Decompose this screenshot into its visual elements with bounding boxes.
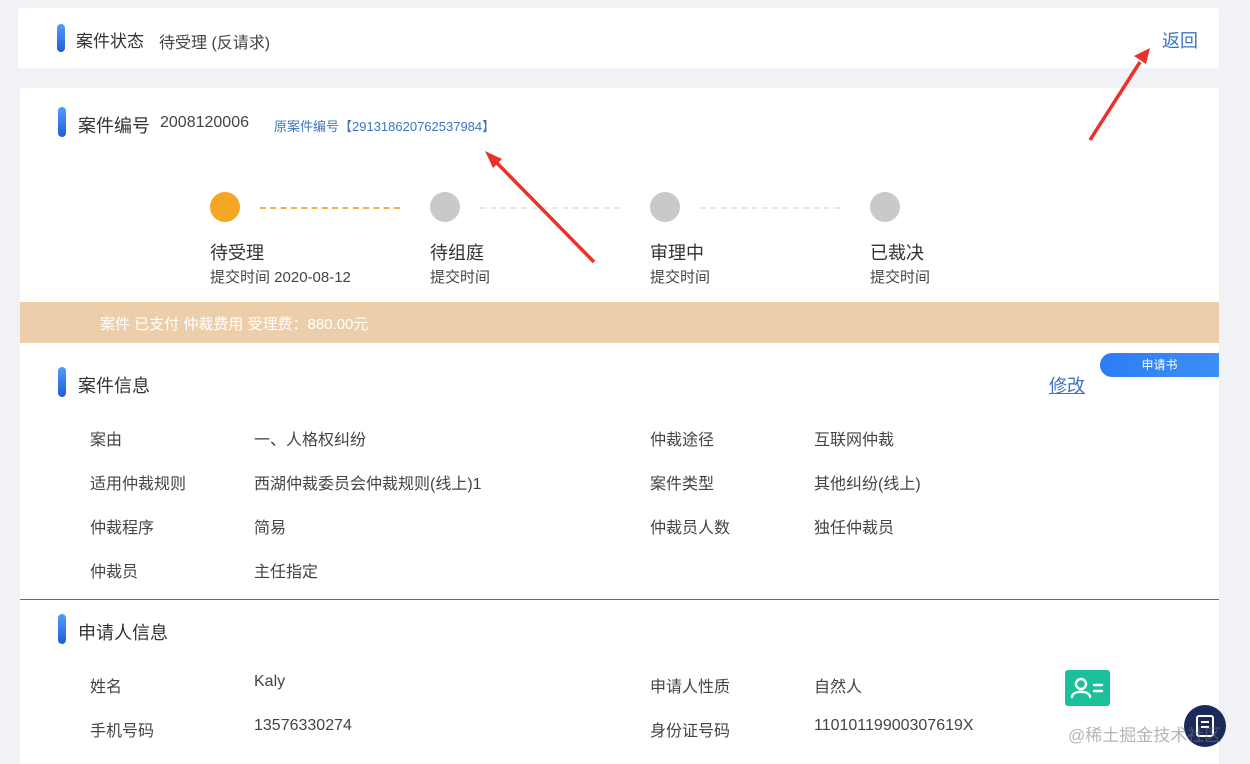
field-value: 互联网仲裁 <box>814 432 895 449</box>
step-connector <box>700 207 840 209</box>
field-label: 手机号码 <box>90 723 155 740</box>
section-marker <box>57 24 65 52</box>
application-tag-button[interactable]: 申请书 <box>1100 353 1219 377</box>
step-label: 审理中 <box>650 243 704 263</box>
field-label: 仲裁员 <box>90 564 139 581</box>
step-connector <box>480 207 620 209</box>
field-label: 身份证号码 <box>650 723 731 740</box>
watermark: @稀土掘金技术社区 <box>1068 726 1222 745</box>
step-time: 提交时间 <box>430 269 491 286</box>
field-value: 一、人格权纠纷 <box>254 432 367 449</box>
case-number-title: 案件编号 <box>78 116 150 136</box>
field-label: 仲裁途径 <box>650 432 715 449</box>
case-status-value: 待受理 (反请求) <box>159 35 271 52</box>
step-connector <box>260 207 400 209</box>
section-marker <box>58 107 66 137</box>
step-dot-tribunal <box>430 192 460 222</box>
step-time: 提交时间 <box>650 269 711 286</box>
section-marker <box>58 367 66 397</box>
edit-link[interactable]: 修改 <box>1049 372 1085 398</box>
original-case-link[interactable]: 原案件编号【291318620762537984】 <box>274 116 495 135</box>
back-link[interactable]: 返回 <box>1162 27 1198 53</box>
id-card-icon <box>1070 677 1104 699</box>
case-number-value: 2008120006 <box>160 114 249 131</box>
field-label: 申请人性质 <box>650 679 731 696</box>
section-marker <box>58 614 66 644</box>
field-value: 独任仲裁员 <box>814 520 895 537</box>
case-detail-card <box>20 88 1219 764</box>
step-label: 待组庭 <box>430 243 484 263</box>
section-divider <box>20 599 1219 600</box>
step-dot-hearing <box>650 192 680 222</box>
step-dot-pending <box>210 192 240 222</box>
field-value: 11010119900307619X <box>814 717 974 734</box>
field-label: 案件类型 <box>650 476 715 493</box>
step-time: 提交时间 2020-08-12 <box>210 269 351 286</box>
id-card-button[interactable] <box>1065 670 1110 706</box>
field-value: 其他纠纷(线上) <box>814 476 921 493</box>
case-info-title: 案件信息 <box>78 376 150 396</box>
field-label: 案由 <box>90 432 123 449</box>
payment-banner: 案件 已支付 仲裁费用 受理费：880.00元 <box>20 302 1219 343</box>
step-label: 待受理 <box>210 243 264 263</box>
page: 案件状态 待受理 (反请求) 返回 案件编号 2008120006 原案件编号【… <box>0 0 1250 764</box>
case-status-card: 案件状态 待受理 (反请求) 返回 <box>18 8 1219 68</box>
field-value: 简易 <box>254 520 287 537</box>
case-status-title: 案件状态 <box>76 32 144 51</box>
field-label: 仲裁程序 <box>90 520 155 537</box>
field-value: 西湖仲裁委员会仲裁规则(线上)1 <box>254 476 482 493</box>
field-label: 仲裁员人数 <box>650 520 731 537</box>
field-value: 主任指定 <box>254 564 319 581</box>
field-value: Kaly <box>254 673 286 690</box>
applicant-info-title: 申请人信息 <box>78 623 168 643</box>
field-value: 自然人 <box>814 679 863 696</box>
step-dot-ruled <box>870 192 900 222</box>
step-label: 已裁决 <box>870 243 924 263</box>
field-label: 适用仲裁规则 <box>90 476 187 493</box>
field-value: 13576330274 <box>254 717 352 734</box>
step-time: 提交时间 <box>870 269 931 286</box>
field-label: 姓名 <box>90 679 123 696</box>
payment-banner-text: 案件 已支付 仲裁费用 受理费：880.00元 <box>100 316 369 333</box>
